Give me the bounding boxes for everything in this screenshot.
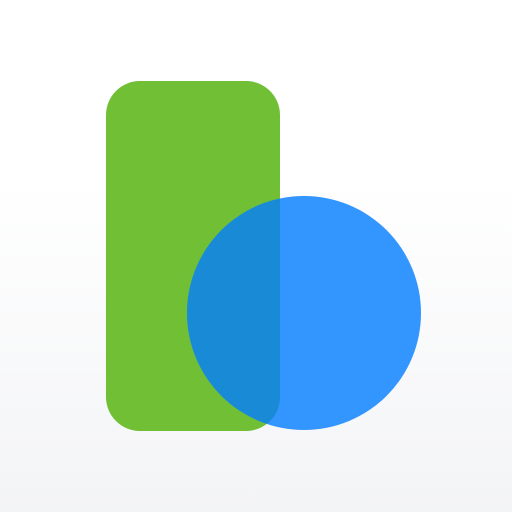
app-logo-icon xyxy=(106,81,421,431)
